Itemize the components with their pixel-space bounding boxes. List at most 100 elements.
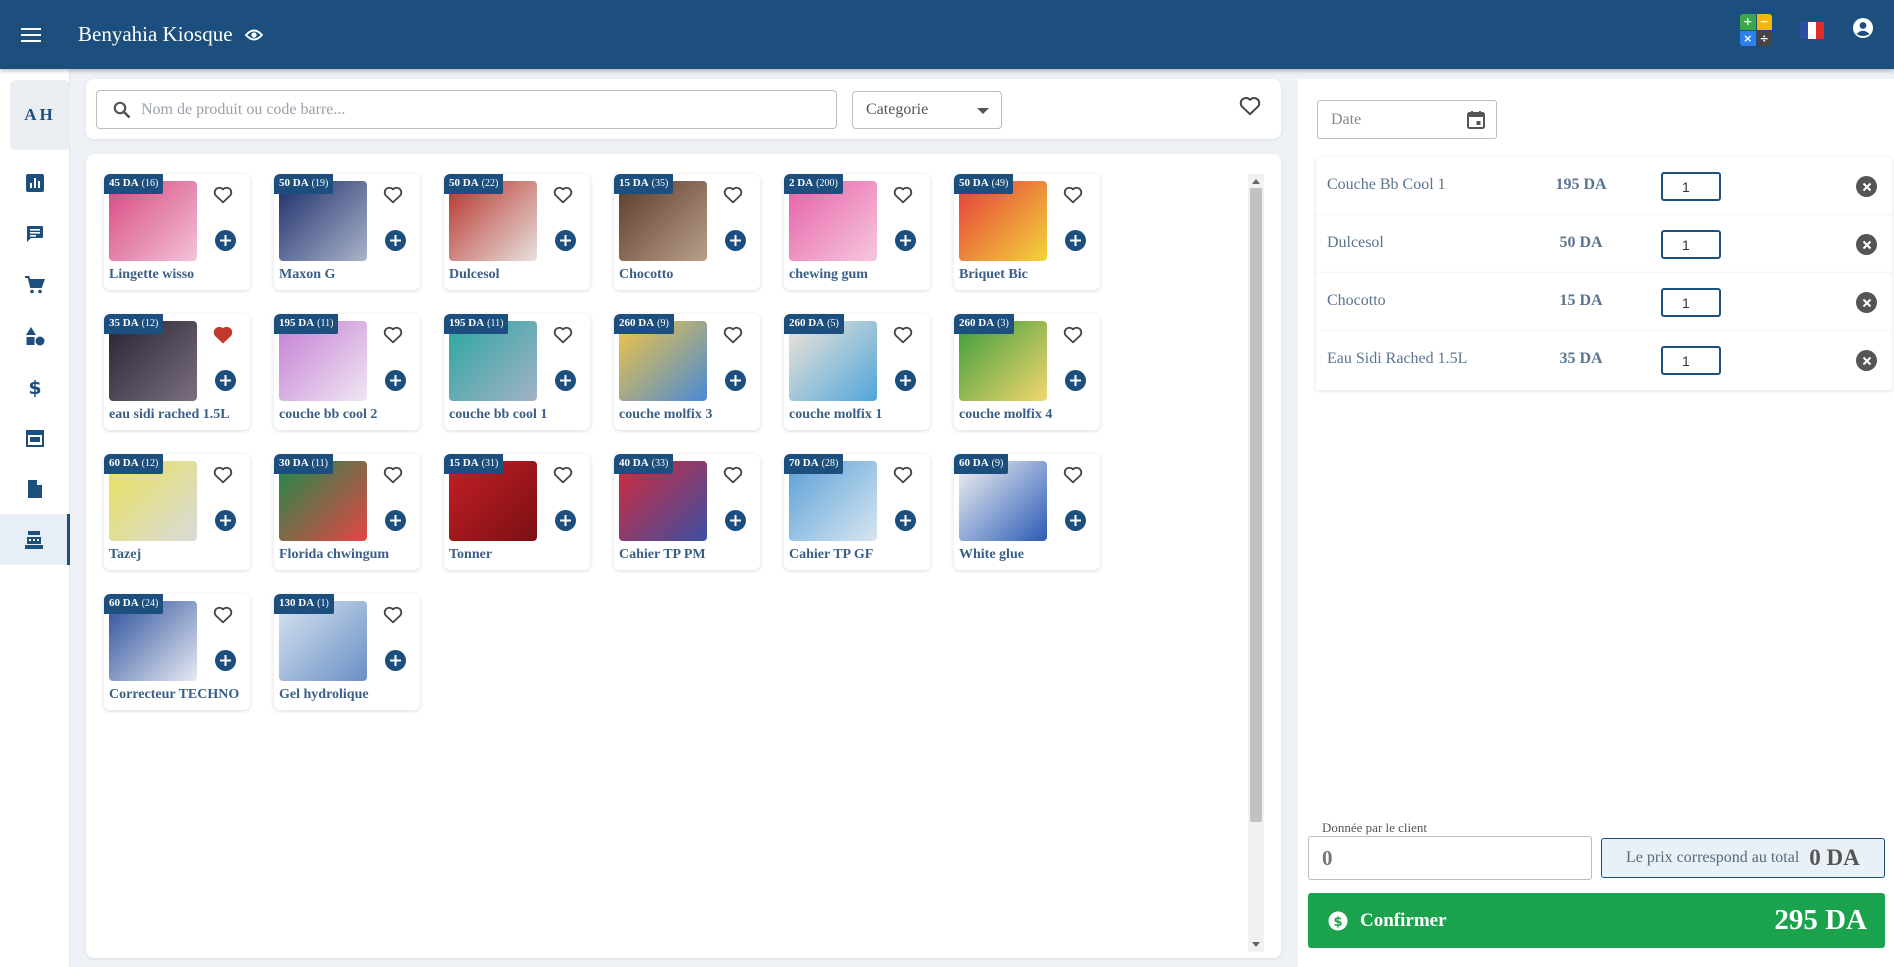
french-flag-icon[interactable] xyxy=(1800,21,1824,39)
product-stock: (19) xyxy=(311,178,329,189)
nav-item-messages[interactable] xyxy=(0,208,70,259)
product-card[interactable]: 260 DA (3) couche molfix 4 xyxy=(954,314,1100,430)
product-price: 60 DA xyxy=(109,597,139,609)
product-card[interactable]: 50 DA (49) Briquet Bic xyxy=(954,174,1100,290)
scroll-up-arrow[interactable] xyxy=(1252,179,1260,184)
heart-icon[interactable] xyxy=(893,326,913,349)
search-input[interactable] xyxy=(141,100,836,119)
add-to-cart-plus-icon[interactable] xyxy=(1065,230,1086,251)
product-card[interactable]: 60 DA (24) Correcteur TECHNO xyxy=(104,594,250,710)
heart-icon[interactable] xyxy=(383,186,403,209)
heart-icon[interactable] xyxy=(723,186,743,209)
product-card[interactable]: 45 DA (16) Lingette wisso xyxy=(104,174,250,290)
nav-item-cart[interactable] xyxy=(0,259,70,310)
heart-icon[interactable] xyxy=(553,326,573,349)
add-to-cart-plus-icon[interactable] xyxy=(215,510,236,531)
add-to-cart-plus-icon[interactable] xyxy=(385,370,406,391)
scrollbar[interactable] xyxy=(1248,174,1264,952)
heart-icon[interactable] xyxy=(383,466,403,489)
add-to-cart-plus-icon[interactable] xyxy=(555,370,576,391)
product-card[interactable]: 30 DA (11) Florida chwingum xyxy=(274,454,420,570)
add-to-cart-plus-icon[interactable] xyxy=(725,510,746,531)
add-to-cart-plus-icon[interactable] xyxy=(385,650,406,671)
add-to-cart-plus-icon[interactable] xyxy=(1065,370,1086,391)
add-to-cart-plus-icon[interactable] xyxy=(895,510,916,531)
nav-item-finance[interactable]: $ xyxy=(0,361,70,412)
product-name: Tonner xyxy=(449,547,493,562)
product-card[interactable]: 195 DA (11) couche bb cool 1 xyxy=(444,314,590,430)
heart-icon[interactable] xyxy=(553,466,573,489)
product-card[interactable]: 260 DA (9) couche molfix 3 xyxy=(614,314,760,430)
product-card[interactable]: 35 DA (12) eau sidi rached 1.5L xyxy=(104,314,250,430)
add-to-cart-plus-icon[interactable] xyxy=(1065,510,1086,531)
nav-item-documents[interactable] xyxy=(0,463,70,514)
add-to-cart-plus-icon[interactable] xyxy=(895,230,916,251)
remove-item-close-icon[interactable] xyxy=(1856,350,1877,371)
given-amount-input[interactable] xyxy=(1308,836,1592,880)
product-card[interactable]: 15 DA (31) Tonner xyxy=(444,454,590,570)
heart-icon[interactable] xyxy=(723,326,743,349)
remove-item-close-icon[interactable] xyxy=(1856,234,1877,255)
remove-item-close-icon[interactable] xyxy=(1856,292,1877,313)
product-card[interactable]: 195 DA (11) couche bb cool 2 xyxy=(274,314,420,430)
product-card[interactable]: 60 DA (12) Tazej xyxy=(104,454,250,570)
confirm-button[interactable]: $ Confirmer 295 DA xyxy=(1308,893,1885,948)
product-card[interactable]: 50 DA (19) Maxon G xyxy=(274,174,420,290)
scrollbar-thumb[interactable] xyxy=(1250,188,1262,822)
calculator-icon[interactable]: + − × ÷ xyxy=(1740,14,1772,46)
add-to-cart-plus-icon[interactable] xyxy=(215,650,236,671)
product-card[interactable]: 260 DA (5) couche molfix 1 xyxy=(784,314,930,430)
nav-item-store[interactable] xyxy=(0,412,70,463)
quantity-input[interactable] xyxy=(1661,288,1721,317)
product-card[interactable]: 70 DA (28) Cahier TP GF xyxy=(784,454,930,570)
avatar[interactable]: AH xyxy=(10,80,70,150)
add-to-cart-plus-icon[interactable] xyxy=(215,370,236,391)
menu-icon[interactable] xyxy=(8,12,54,58)
heart-icon[interactable] xyxy=(1063,186,1083,209)
product-card[interactable]: 2 DA (200) chewing gum xyxy=(784,174,930,290)
price-badge: 60 DA (24) xyxy=(104,594,164,614)
add-to-cart-plus-icon[interactable] xyxy=(555,510,576,531)
add-to-cart-plus-icon[interactable] xyxy=(725,370,746,391)
quantity-input[interactable] xyxy=(1661,346,1721,375)
heart-icon[interactable] xyxy=(723,466,743,489)
heart-icon[interactable] xyxy=(383,606,403,629)
date-field[interactable]: Date xyxy=(1317,100,1497,139)
heart-filled-icon[interactable] xyxy=(213,326,233,349)
heart-icon[interactable] xyxy=(1063,466,1083,489)
product-card[interactable]: 15 DA (35) Chocotto xyxy=(614,174,760,290)
heart-icon[interactable] xyxy=(553,186,573,209)
eye-icon[interactable] xyxy=(244,28,263,42)
scroll-down-arrow[interactable] xyxy=(1252,942,1260,947)
add-to-cart-plus-icon[interactable] xyxy=(725,230,746,251)
account-icon[interactable] xyxy=(1852,17,1874,44)
add-to-cart-plus-icon[interactable] xyxy=(215,230,236,251)
remove-item-close-icon[interactable] xyxy=(1856,176,1877,197)
add-to-cart-plus-icon[interactable] xyxy=(385,510,406,531)
calendar-icon[interactable] xyxy=(1466,110,1486,135)
product-card[interactable]: 40 DA (33) Cahier TP PM xyxy=(614,454,760,570)
add-to-cart-plus-icon[interactable] xyxy=(895,370,916,391)
heart-icon[interactable] xyxy=(213,466,233,489)
heart-icon[interactable] xyxy=(893,466,913,489)
heart-icon[interactable] xyxy=(893,186,913,209)
heart-icon[interactable] xyxy=(1063,326,1083,349)
product-name: Tazej xyxy=(109,547,142,562)
category-select[interactable]: Categorie xyxy=(852,91,1002,129)
heart-icon[interactable] xyxy=(213,606,233,629)
product-card[interactable]: 50 DA (22) Dulcesol xyxy=(444,174,590,290)
nav-item-categories[interactable] xyxy=(0,310,70,361)
nav-item-cash-register[interactable] xyxy=(0,514,70,565)
add-to-cart-plus-icon[interactable] xyxy=(555,230,576,251)
nav-item-dashboard[interactable] xyxy=(0,157,70,208)
favorites-filter-heart-icon[interactable] xyxy=(1239,96,1261,121)
heart-icon[interactable] xyxy=(383,326,403,349)
search-field[interactable] xyxy=(96,90,837,129)
price-badge: 130 DA (1) xyxy=(274,594,334,614)
product-card[interactable]: 60 DA (9) White glue xyxy=(954,454,1100,570)
quantity-input[interactable] xyxy=(1661,172,1721,201)
quantity-input[interactable] xyxy=(1661,230,1721,259)
heart-icon[interactable] xyxy=(213,186,233,209)
product-card[interactable]: 130 DA (1) Gel hydrolique xyxy=(274,594,420,710)
add-to-cart-plus-icon[interactable] xyxy=(385,230,406,251)
